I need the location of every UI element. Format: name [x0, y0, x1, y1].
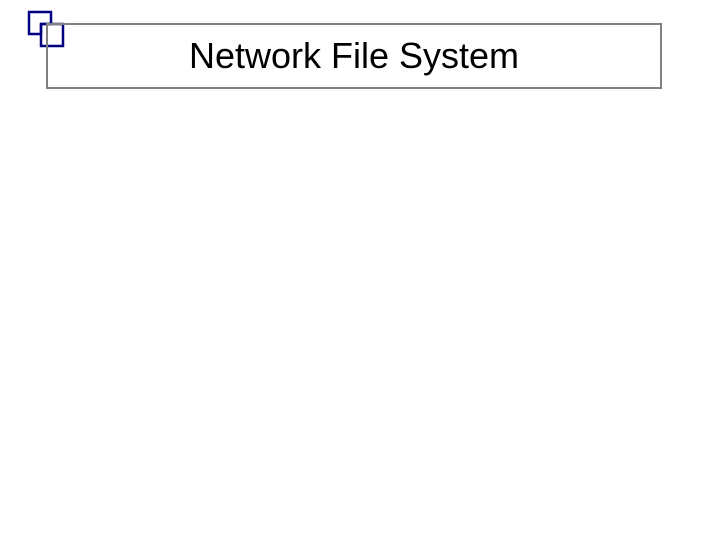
slide-title: Network File System: [189, 35, 519, 77]
title-container: Network File System: [46, 23, 662, 89]
